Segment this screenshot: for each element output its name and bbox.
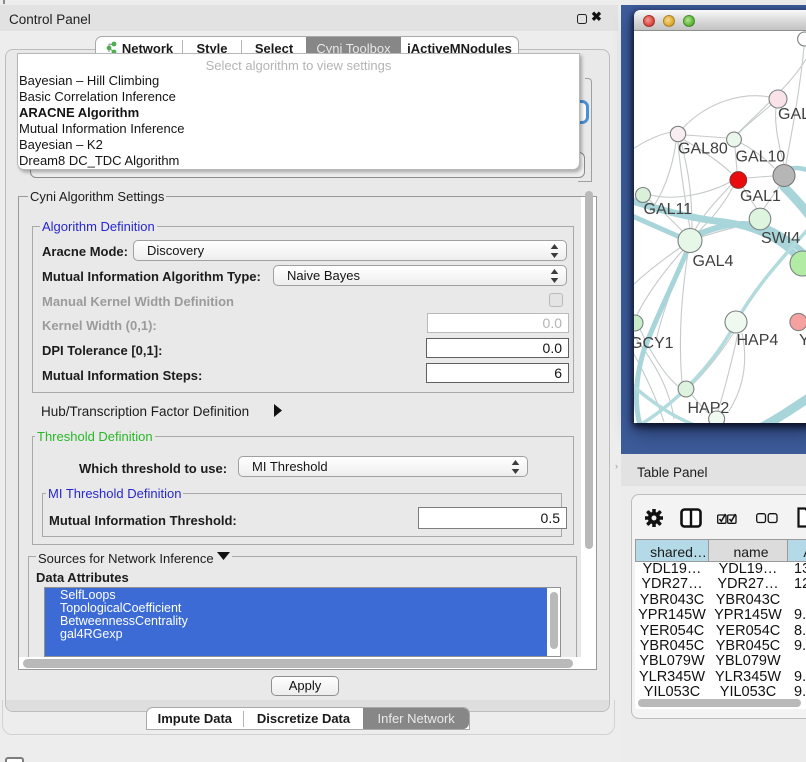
svg-text:GCY1: GCY1: [634, 335, 674, 352]
svg-text:GAL7: GAL7: [778, 106, 806, 123]
svg-text:GAL4: GAL4: [693, 253, 734, 270]
svg-text:GAL1: GAL1: [740, 188, 781, 205]
svg-text:GAL80: GAL80: [678, 141, 728, 158]
svg-text:GAL10: GAL10: [736, 149, 786, 166]
svg-text:SWI4: SWI4: [761, 230, 800, 247]
svg-text:HAP2: HAP2: [688, 400, 730, 417]
svg-text:GAL11: GAL11: [644, 201, 693, 218]
svg-text:Y: Y: [799, 332, 806, 349]
svg-text:HAP4: HAP4: [737, 332, 779, 349]
